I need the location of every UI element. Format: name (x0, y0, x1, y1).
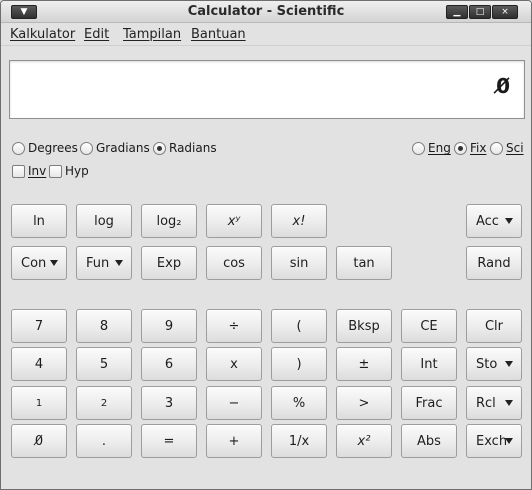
open-paren-button[interactable]: ( (271, 309, 327, 343)
chevron-down-icon (115, 260, 123, 266)
radio-radians[interactable]: Radians (153, 140, 217, 156)
fraction-button[interactable]: Frac (401, 386, 457, 420)
ln-button[interactable]: ln (11, 204, 67, 238)
power-button[interactable]: xʸ (206, 204, 262, 238)
digit-1-button[interactable]: 1 (11, 386, 67, 420)
checkbox-hyp-box[interactable] (49, 164, 62, 178)
close-paren-button[interactable]: ) (271, 347, 327, 381)
radio-fix[interactable]: Fix (454, 140, 486, 156)
menu-tampilan[interactable]: Tampilan (123, 27, 181, 42)
exchange-dropdown[interactable]: Exch (466, 424, 522, 458)
square-button[interactable]: x² (336, 424, 392, 458)
radio-sci-label: Sci (506, 141, 524, 155)
menu-edit[interactable]: Edit (84, 27, 109, 42)
random-button[interactable]: Rand (466, 246, 522, 280)
maximize-icon: □ (475, 7, 485, 17)
result-display[interactable]: 0̸ (9, 60, 525, 119)
chevron-down-icon (505, 361, 513, 367)
integer-button[interactable]: Int (401, 347, 457, 381)
functions-dropdown[interactable]: Fun (76, 246, 132, 280)
log2-button[interactable]: log₂ (141, 204, 197, 238)
chevron-down-icon (505, 400, 513, 406)
constants-dropdown-label: Con (21, 255, 47, 271)
constants-dropdown[interactable]: Con (11, 246, 67, 280)
digit-4-button[interactable]: 4 (11, 347, 67, 381)
radio-fix-indicator[interactable] (454, 141, 467, 155)
digit-2-button[interactable]: 2 (76, 386, 132, 420)
radio-degrees-indicator[interactable] (12, 141, 25, 155)
menu-bantuan[interactable]: Bantuan (191, 27, 246, 42)
accuracy-dropdown[interactable]: Acc (466, 204, 522, 238)
plus-minus-button[interactable]: ± (336, 347, 392, 381)
digit-3-button[interactable]: 3 (141, 386, 197, 420)
log-button[interactable]: log (76, 204, 132, 238)
digit-6-button[interactable]: 6 (141, 347, 197, 381)
radio-gradians-label: Gradians (96, 141, 150, 155)
add-button[interactable]: + (206, 424, 262, 458)
radio-eng-indicator[interactable] (412, 141, 425, 155)
absolute-button[interactable]: Abs (401, 424, 457, 458)
radio-radians-indicator[interactable] (153, 141, 166, 155)
radio-degrees-label: Degrees (28, 141, 78, 155)
accuracy-dropdown-label: Acc (476, 213, 499, 229)
radio-degrees[interactable]: Degrees (12, 140, 78, 156)
reciprocal-button[interactable]: 1/x (271, 424, 327, 458)
digit-9-button[interactable]: 9 (141, 309, 197, 343)
radio-eng[interactable]: Eng (412, 140, 451, 156)
decimal-point-button[interactable]: . (76, 424, 132, 458)
digit-7-button[interactable]: 7 (11, 309, 67, 343)
digit-5-button[interactable]: 5 (76, 347, 132, 381)
clear-button[interactable]: Clr (466, 309, 522, 343)
cos-button[interactable]: cos (206, 246, 262, 280)
display-value: 0̸ (496, 74, 510, 98)
chevron-down-icon (50, 260, 58, 266)
factorial-button[interactable]: x! (271, 204, 327, 238)
calculator-window: ▼ Calculator - Scientific ▁ □ × Kalkulat… (0, 0, 532, 490)
checkbox-inv-box[interactable] (12, 164, 25, 178)
menu-kalkulator[interactable]: Kalkulator (10, 27, 75, 42)
close-button[interactable]: × (492, 5, 518, 19)
checkbox-hyp[interactable]: Hyp (49, 163, 89, 179)
recall-dropdown[interactable]: Rcl (466, 386, 522, 420)
radio-eng-label: Eng (428, 141, 451, 155)
minimize-icon: ▁ (453, 7, 461, 17)
radio-gradians[interactable]: Gradians (80, 140, 150, 156)
backspace-button[interactable]: Bksp (336, 309, 392, 343)
recall-dropdown-label: Rcl (476, 395, 496, 411)
tan-button[interactable]: tan (336, 246, 392, 280)
multiply-button[interactable]: x (206, 347, 262, 381)
subtract-button[interactable]: − (206, 386, 262, 420)
store-dropdown[interactable]: Sto (466, 347, 522, 381)
close-icon: × (501, 7, 509, 17)
sin-button[interactable]: sin (271, 246, 327, 280)
menu-bar: Kalkulator Edit Tampilan Bantuan (1, 23, 531, 46)
chevron-down-icon (505, 218, 513, 224)
radio-sci-indicator[interactable] (490, 141, 503, 155)
radio-fix-label: Fix (470, 141, 487, 155)
equals-button[interactable]: = (141, 424, 197, 458)
digit-8-button[interactable]: 8 (76, 309, 132, 343)
clear-entry-button[interactable]: CE (401, 309, 457, 343)
exp-button[interactable]: Exp (141, 246, 197, 280)
divide-button[interactable]: ÷ (206, 309, 262, 343)
exchange-dropdown-label: Exch (476, 433, 508, 449)
radio-sci[interactable]: Sci (490, 140, 524, 156)
minimize-button[interactable]: ▁ (446, 5, 468, 19)
checkbox-inv-label: Inv (28, 164, 47, 178)
checkbox-inv[interactable]: Inv (12, 163, 46, 179)
functions-dropdown-label: Fun (86, 255, 110, 271)
chevron-down-icon (505, 438, 513, 444)
title-bar: ▼ Calculator - Scientific ▁ □ × (1, 1, 531, 23)
percent-button[interactable]: % (271, 386, 327, 420)
greater-than-button[interactable]: > (336, 386, 392, 420)
digit-0-button[interactable]: 0̸ (11, 424, 67, 458)
radio-gradians-indicator[interactable] (80, 141, 93, 155)
store-dropdown-label: Sto (476, 356, 498, 372)
maximize-button[interactable]: □ (469, 5, 491, 19)
checkbox-hyp-label: Hyp (65, 164, 89, 178)
radio-radians-label: Radians (169, 141, 217, 155)
